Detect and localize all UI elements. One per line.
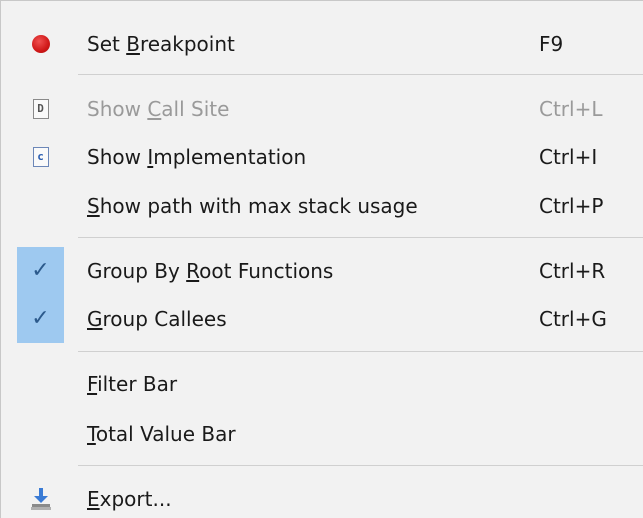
- export-icon: [17, 475, 64, 518]
- menu-item-set-breakpoint[interactable]: Set Breakpoint F9: [1, 20, 643, 68]
- menu-item-label: Group By Root Functions: [87, 259, 334, 283]
- context-menu: Set Breakpoint F9 D Show Call Site Ctrl+…: [0, 0, 643, 518]
- menu-item-label: Total Value Bar: [87, 422, 236, 446]
- menu-item-label: Show Call Site: [87, 97, 230, 121]
- menu-separator: [78, 465, 643, 466]
- menu-item-shortcut: Ctrl+L: [539, 97, 603, 121]
- menu-item-label: Show Implementation: [87, 145, 307, 169]
- menu-item-label: Group Callees: [87, 307, 227, 331]
- breakpoint-dot-icon: [17, 20, 64, 68]
- menu-item-filter-bar[interactable]: Filter Bar: [1, 360, 643, 408]
- checkmark-icon: ✓: [17, 295, 64, 343]
- menu-item-label: Filter Bar: [87, 372, 178, 396]
- menu-item-group-callees[interactable]: ✓ Group Callees Ctrl+G: [1, 295, 643, 343]
- menu-separator: [78, 351, 643, 352]
- file-d-icon: D: [17, 85, 64, 133]
- menu-item-show-path-max-stack[interactable]: Show path with max stack usage Ctrl+P: [1, 182, 643, 230]
- menu-item-icon-empty: [17, 410, 64, 458]
- menu-item-label: Export...: [87, 487, 172, 511]
- menu-item-icon-empty: [17, 182, 64, 230]
- menu-item-label: Show path with max stack usage: [87, 194, 418, 218]
- checkmark-icon: ✓: [17, 247, 64, 295]
- menu-item-show-implementation[interactable]: c Show Implementation Ctrl+I: [1, 133, 643, 181]
- menu-item-shortcut: F9: [539, 32, 564, 56]
- menu-item-icon-empty: [17, 360, 64, 408]
- menu-item-shortcut: Ctrl+I: [539, 145, 598, 169]
- menu-item-export[interactable]: Export...: [1, 475, 643, 518]
- menu-item-shortcut: Ctrl+P: [539, 194, 604, 218]
- menu-item-group-by-root-functions[interactable]: ✓ Group By Root Functions Ctrl+R: [1, 247, 643, 295]
- menu-separator: [78, 237, 643, 238]
- menu-item-show-call-site[interactable]: D Show Call Site Ctrl+L: [1, 85, 643, 133]
- menu-item-shortcut: Ctrl+G: [539, 307, 607, 331]
- menu-separator: [78, 74, 643, 75]
- menu-item-total-value-bar[interactable]: Total Value Bar: [1, 410, 643, 458]
- menu-item-label: Set Breakpoint: [87, 32, 235, 56]
- file-c-icon: c: [17, 133, 64, 181]
- menu-item-shortcut: Ctrl+R: [539, 259, 606, 283]
